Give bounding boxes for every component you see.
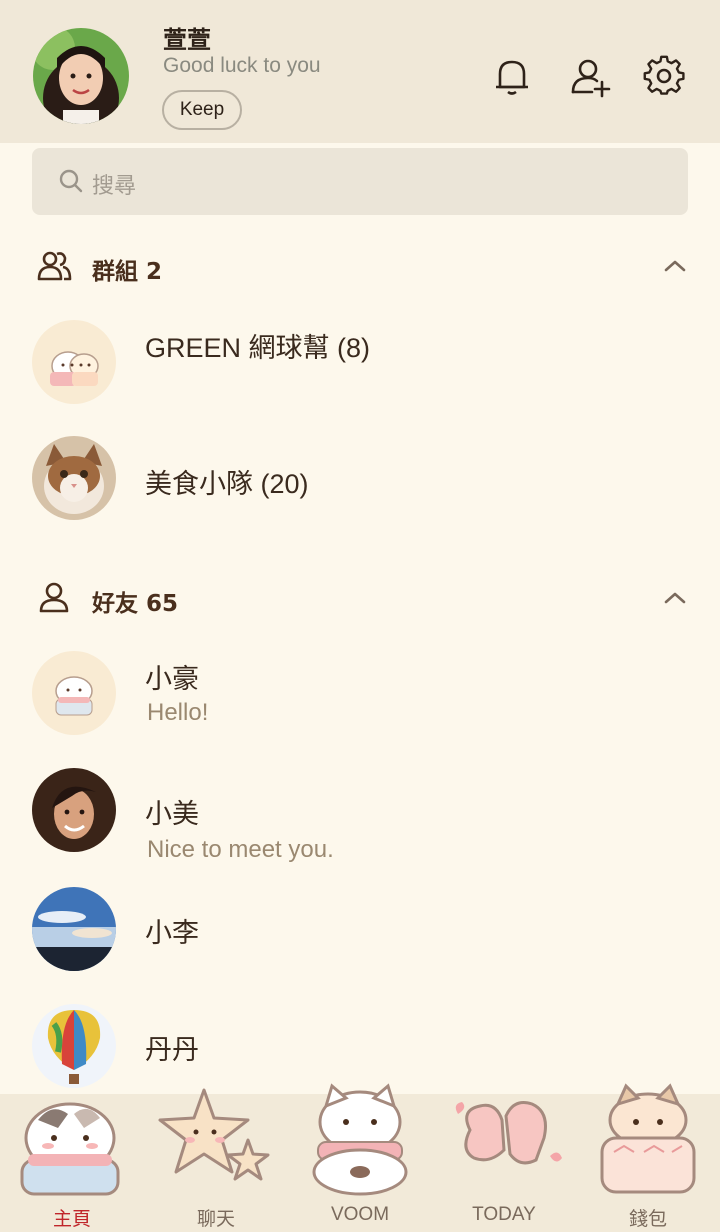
tab-label: 錢包 [628,1209,667,1230]
add-friend-icon[interactable] [568,54,612,98]
chats-star-icon [152,1080,280,1200]
profile-avatar[interactable] [33,28,129,124]
group-icon [37,248,73,284]
chevron-up-icon[interactable] [662,588,688,608]
profile-header: 萱萱 Good luck to you Keep [0,0,720,143]
groups-section-title: 群組 2 [92,259,163,285]
friend-name: 小李 [145,918,199,948]
friends-section-title: 好友 65 [92,591,179,617]
bell-icon[interactable] [490,54,534,98]
wallet-cat-icon [584,1080,712,1200]
friends-section-header[interactable]: 好友 65 [0,580,720,620]
friend-avatar [32,887,116,971]
group-avatar [32,436,116,520]
settings-gear-icon[interactable] [642,54,686,98]
profile-status-message[interactable]: Good luck to you [163,54,321,78]
tab-voom[interactable]: VOOM [288,1083,432,1232]
search-icon [58,168,84,194]
profile-name: 萱萱 [163,26,211,54]
voom-cat-icon [296,1080,424,1200]
tab-today[interactable]: TODAY [432,1094,576,1232]
person-icon [37,580,73,616]
friend-status: Hello! [147,699,209,726]
group-avatar [32,320,116,404]
home-cat-icon [8,1080,136,1200]
chevron-up-icon[interactable] [662,256,688,276]
tab-label: TODAY [472,1204,536,1225]
friend-avatar [32,651,116,735]
tab-label: VOOM [330,1204,390,1225]
keep-button[interactable]: Keep [162,90,242,130]
friend-avatar [32,768,116,852]
search-bar[interactable]: 搜尋 [32,148,688,215]
search-placeholder: 搜尋 [92,174,137,199]
tab-wallet[interactable]: 錢包 [576,1083,720,1232]
tab-label: 主頁 [52,1209,91,1230]
tab-chats[interactable]: 聊天 [144,1088,288,1232]
friend-avatar [32,1004,116,1088]
tab-label: 聊天 [196,1209,235,1230]
groups-section-header[interactable]: 群組 2 [0,248,720,288]
friend-name: 丹丹 [145,1035,199,1065]
group-name: 美食小隊 (20) [145,469,309,499]
friend-name: 小豪 [145,664,199,694]
friend-name: 小美 [145,799,199,829]
friend-status: Nice to meet you. [147,836,334,863]
group-name: GREEN 網球幫 (8) [145,333,371,363]
tab-home[interactable]: 主頁 [0,1094,144,1232]
bottom-tab-bar: 主頁 聊天 VOOM TODAY 錢包 [0,1083,720,1232]
today-mittens-icon [440,1080,568,1200]
